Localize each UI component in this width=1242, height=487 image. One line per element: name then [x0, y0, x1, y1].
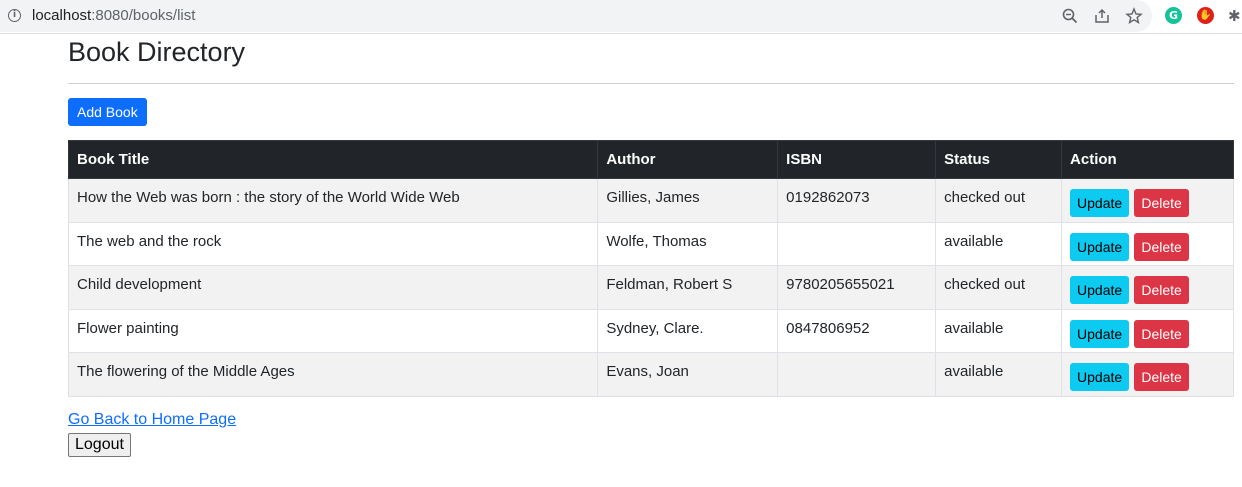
- update-button[interactable]: Update: [1070, 319, 1130, 348]
- update-button[interactable]: Update: [1070, 276, 1130, 304]
- isbn-cell: [777, 221, 937, 266]
- isbn-cell: 0847806952: [777, 308, 937, 353]
- book-title-cell: The web and the rock: [67, 221, 599, 266]
- title-divider: [68, 83, 1234, 84]
- url-text[interactable]: localhost:8080/books/list: [32, 7, 195, 24]
- zoom-icon[interactable]: [1061, 7, 1079, 25]
- delete-button[interactable]: Delete: [1134, 189, 1189, 217]
- delete-button[interactable]: Delete: [1134, 363, 1189, 391]
- books-table: Book Title Author ISBN Status Action How…: [67, 140, 1234, 397]
- grammarly-extension-icon[interactable]: G: [1165, 7, 1182, 24]
- action-cell: Update Delete: [1061, 265, 1234, 310]
- status-cell: checked out: [935, 178, 1063, 223]
- action-cell: Update Delete: [1061, 352, 1234, 397]
- table-row: The flowering of the Middle Ages Evans, …: [67, 352, 1234, 397]
- update-button[interactable]: Update: [1070, 232, 1130, 261]
- table-header-row: Book Title Author ISBN Status Action: [67, 140, 1234, 179]
- author-cell: Gillies, James: [597, 178, 779, 223]
- book-title-cell: Child development: [67, 265, 599, 310]
- red-extension-icon[interactable]: ✋: [1197, 7, 1214, 24]
- author-cell: Feldman, Robert S: [597, 265, 779, 310]
- action-cell: Update Delete: [1061, 308, 1234, 353]
- isbn-cell: 0192862073: [777, 178, 937, 223]
- address-bar[interactable]: i localhost:8080/books/list: [0, 0, 1152, 32]
- puzzle-extension-icon[interactable]: ✱: [1228, 7, 1242, 25]
- book-title-cell: Flower painting: [67, 308, 599, 353]
- book-title-cell: The flowering of the Middle Ages: [67, 352, 599, 397]
- table-row: The web and the rock Wolfe, Thomas avail…: [67, 221, 1234, 266]
- info-icon[interactable]: i: [8, 9, 21, 22]
- share-icon[interactable]: [1093, 7, 1111, 25]
- column-header-author: Author: [597, 140, 779, 179]
- table-row: How the Web was born : the story of the …: [67, 178, 1234, 223]
- status-cell: available: [935, 308, 1063, 353]
- browser-toolbar: i localhost:8080/books/list G ✋ ✱: [0, 0, 1242, 34]
- delete-button[interactable]: Delete: [1134, 232, 1189, 261]
- page-title: Book Directory: [68, 37, 246, 67]
- update-button[interactable]: Update: [1070, 189, 1130, 217]
- table-row: Flower painting Sydney, Clare. 084780695…: [67, 308, 1234, 353]
- isbn-cell: [777, 352, 937, 397]
- action-cell: Update Delete: [1061, 178, 1234, 223]
- column-header-status: Status: [935, 140, 1063, 179]
- author-cell: Wolfe, Thomas: [597, 221, 779, 266]
- action-cell: Update Delete: [1061, 221, 1234, 266]
- column-header-title: Book Title: [67, 140, 599, 179]
- delete-button[interactable]: Delete: [1134, 276, 1189, 304]
- status-cell: available: [935, 352, 1063, 397]
- status-cell: available: [935, 221, 1063, 266]
- column-header-action: Action: [1061, 140, 1234, 179]
- update-button[interactable]: Update: [1070, 363, 1130, 391]
- logout-button[interactable]: Logout: [68, 433, 131, 457]
- column-header-isbn: ISBN: [777, 140, 937, 179]
- book-title-cell: How the Web was born : the story of the …: [67, 178, 599, 223]
- table-row: Child development Feldman, Robert S 9780…: [67, 265, 1234, 310]
- star-icon[interactable]: [1125, 7, 1143, 25]
- author-cell: Evans, Joan: [597, 352, 779, 397]
- delete-button[interactable]: Delete: [1134, 319, 1189, 348]
- add-book-button[interactable]: Add Book: [68, 98, 147, 126]
- isbn-cell: 9780205655021: [777, 265, 937, 310]
- status-cell: checked out: [935, 265, 1063, 310]
- home-page-link[interactable]: Go Back to Home Page: [68, 411, 236, 429]
- author-cell: Sydney, Clare.: [597, 308, 779, 353]
